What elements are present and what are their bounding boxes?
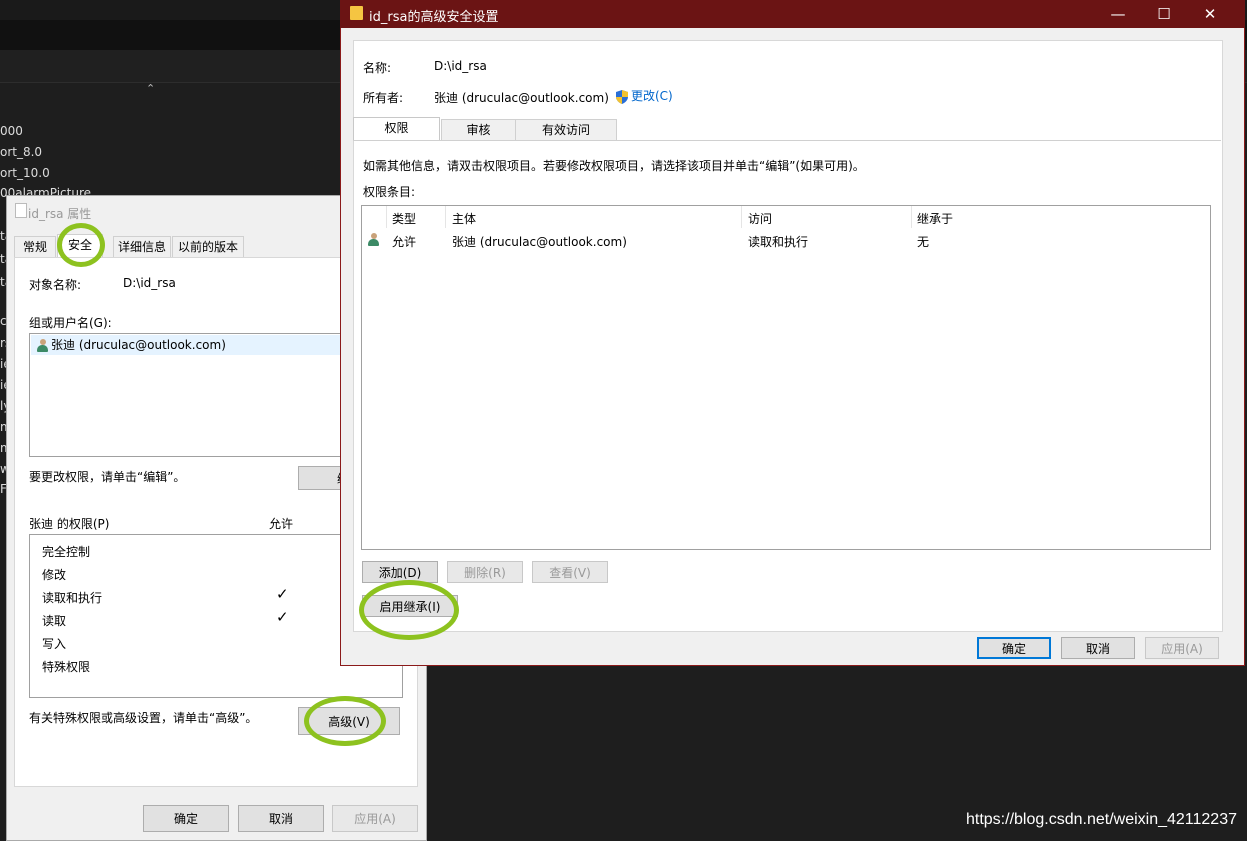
user-name: 张迪 (druculac@outlook.com) <box>51 338 226 352</box>
chevron-up-icon[interactable]: ⌃ <box>146 82 155 95</box>
maximize-icon[interactable]: ☐ <box>1141 0 1187 28</box>
apply-button[interactable]: 应用(A) <box>332 805 418 832</box>
column-header-access[interactable]: 访问 <box>748 210 772 227</box>
object-label: 对象名称: <box>29 278 82 292</box>
permission-entries-list[interactable] <box>361 205 1211 550</box>
column-separator <box>386 206 387 228</box>
column-header-type[interactable]: 类型 <box>392 210 416 227</box>
perm-name: 完全控制 <box>42 545 91 559</box>
tab-effective-access[interactable]: 有效访问 <box>515 119 617 140</box>
allow-column-header: 允许 <box>269 517 294 531</box>
cancel-button[interactable]: 取消 <box>238 805 324 832</box>
shield-icon <box>616 89 628 104</box>
object-value: D:\id_rsa <box>123 276 176 290</box>
advanced-button[interactable]: 高级(V) <box>298 707 400 735</box>
perm-name: 写入 <box>42 637 67 651</box>
row-principal: 张迪 (druculac@outlook.com) <box>452 235 627 249</box>
file-item[interactable]: 000 <box>0 124 23 138</box>
tab-permissions[interactable]: 权限 <box>353 117 440 140</box>
watermark: https://blog.csdn.net/weixin_42112237 <box>965 811 1237 828</box>
file-item[interactable]: ort_8.0 <box>0 145 42 159</box>
groups-label: 组或用户名(G): <box>29 316 112 330</box>
properties-title: id_rsa 属性 <box>28 207 92 221</box>
tab-auditing[interactable]: 审核 <box>441 119 516 140</box>
enable-inheritance-button[interactable]: 启用继承(I) <box>362 595 458 617</box>
owner-value: 张迪 (druculac@outlook.com) <box>434 91 609 105</box>
tab-general[interactable]: 常规 <box>14 236 56 257</box>
file-item[interactable]: ort_10.0 <box>0 166 50 180</box>
advanced-apply-button[interactable]: 应用(A) <box>1145 637 1219 659</box>
tab-security[interactable]: 安全 <box>57 234 103 257</box>
advanced-cancel-button[interactable]: 取消 <box>1061 637 1135 659</box>
column-separator <box>741 206 742 228</box>
column-header-inherited[interactable]: 继承于 <box>917 210 953 227</box>
advanced-tabs: 权限 审核 有效访问 <box>353 117 623 141</box>
perm-name: 读取 <box>42 614 67 628</box>
folder-icon <box>350 6 363 20</box>
name-label: 名称: <box>363 61 392 75</box>
change-link-text[interactable]: 更改(C) <box>631 89 673 103</box>
change-owner-link[interactable]: 更改(C) <box>616 87 673 104</box>
row-type: 允许 <box>392 235 417 249</box>
ok-button[interactable]: 确定 <box>143 805 229 832</box>
column-header-principal[interactable]: 主体 <box>452 210 476 227</box>
minimize-icon[interactable]: — <box>1095 0 1141 28</box>
user-icon <box>37 339 48 352</box>
perm-name: 读取和执行 <box>42 591 103 605</box>
owner-label: 所有者: <box>363 91 404 105</box>
permissions-label: 张迪 的权限(P) <box>29 517 110 531</box>
advanced-hint: 有关特殊权限或高级设置，请单击“高级”。 <box>29 711 258 725</box>
advanced-ok-button[interactable]: 确定 <box>977 637 1051 659</box>
name-value: D:\id_rsa <box>434 59 487 73</box>
info-text: 如需其他信息，请双击权限项目。若要修改权限项目，请选择该项目并单击“编辑”(如果… <box>363 159 865 173</box>
view-button[interactable]: 查看(V) <box>532 561 608 583</box>
column-separator <box>911 206 912 228</box>
perm-name: 修改 <box>42 568 67 582</box>
row-access: 读取和执行 <box>748 235 809 249</box>
check-icon: ✓ <box>276 585 289 603</box>
advanced-title: id_rsa的高级安全设置 <box>369 10 499 25</box>
change-hint: 要更改权限，请单击“编辑”。 <box>29 470 186 484</box>
check-icon: ✓ <box>276 608 289 626</box>
row-inherited: 无 <box>917 235 930 249</box>
file-icon <box>15 203 27 218</box>
remove-button[interactable]: 删除(R) <box>447 561 523 583</box>
tab-details[interactable]: 详细信息 <box>113 236 171 257</box>
perm-name: 特殊权限 <box>42 660 91 674</box>
column-separator <box>445 206 446 228</box>
entries-label: 权限条目: <box>363 185 416 199</box>
table-row[interactable]: 允许 张迪 (druculac@outlook.com) 读取和执行 无 <box>362 229 1208 251</box>
tab-previous-versions[interactable]: 以前的版本 <box>172 236 244 257</box>
user-icon <box>368 233 379 246</box>
close-icon[interactable]: ✕ <box>1187 0 1233 28</box>
add-button[interactable]: 添加(D) <box>362 561 438 583</box>
